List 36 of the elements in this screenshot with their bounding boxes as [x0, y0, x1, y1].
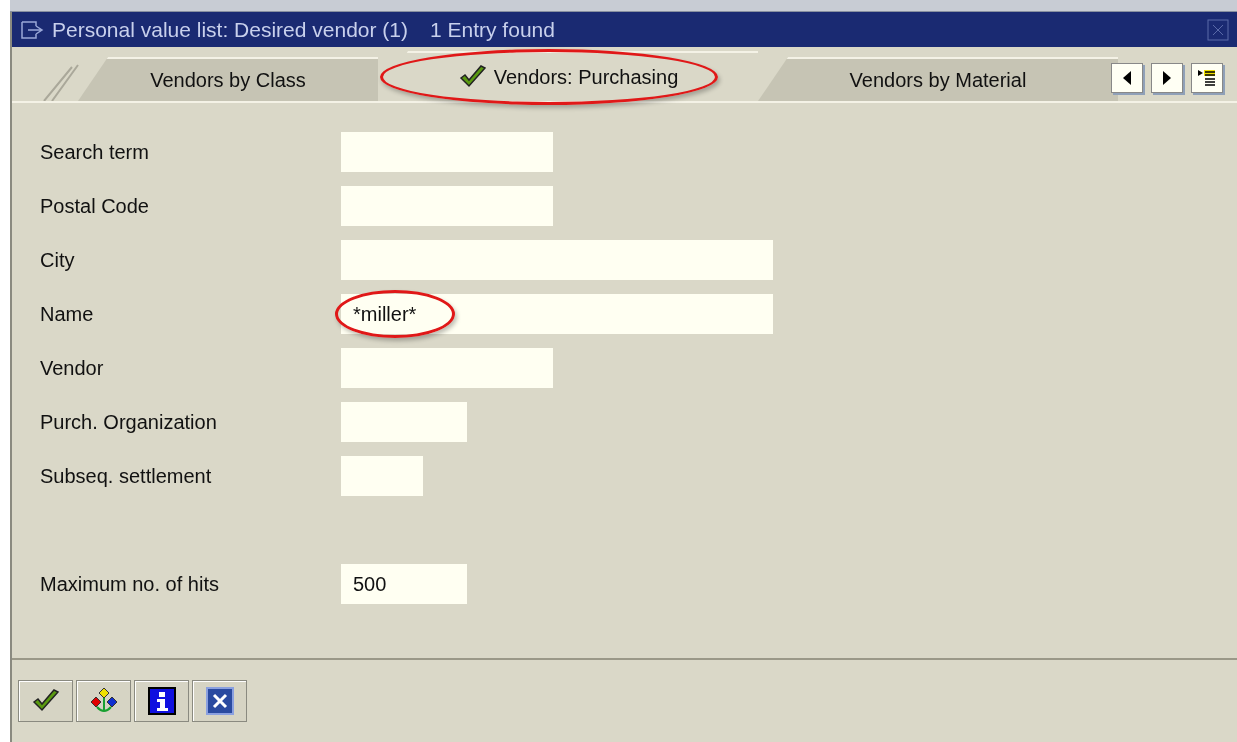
previous-tab-button[interactable] [1111, 63, 1143, 93]
confirm-button[interactable] [18, 680, 73, 722]
tab[interactable]: Vendors by Material [758, 57, 1118, 101]
hierarchy-button[interactable] [76, 680, 131, 722]
left-triangle-icon [1122, 71, 1132, 85]
field-label: Search term [40, 140, 150, 164]
close-icon[interactable] [1207, 18, 1229, 41]
info-icon [147, 687, 176, 715]
field-label: Maximum no. of hits [40, 572, 220, 596]
input-field[interactable] [341, 456, 423, 496]
close-icon [205, 687, 234, 715]
field-label: Postal Code [40, 194, 150, 218]
tab[interactable]: Vendors by Class [78, 57, 378, 101]
list-icon [1197, 68, 1217, 88]
input-field[interactable] [341, 402, 467, 442]
check-icon [30, 688, 61, 714]
info-button[interactable] [134, 680, 189, 722]
field-label: Vendor [40, 356, 105, 380]
input-field[interactable] [341, 348, 553, 388]
tab-list-button[interactable] [1191, 63, 1223, 93]
input-field[interactable] [341, 132, 553, 172]
check-icon [457, 64, 488, 90]
input-field[interactable]: 500 [341, 564, 467, 604]
status-text: 1 Entry found [430, 17, 555, 42]
window-title: Personal value list: Desired vendor (1) [52, 17, 408, 42]
input-field[interactable]: *miller* [341, 294, 773, 334]
field-label: Name [40, 302, 95, 326]
input-field[interactable] [341, 240, 773, 280]
field-label: Subseq. settlement [40, 464, 213, 488]
cancel-button[interactable] [192, 680, 247, 722]
field-label: City [40, 248, 76, 272]
window-icon [20, 19, 44, 40]
next-tab-button[interactable] [1151, 63, 1183, 93]
field-label: Purch. Organization [40, 410, 218, 434]
input-field[interactable] [341, 186, 553, 226]
right-triangle-icon [1162, 71, 1172, 85]
